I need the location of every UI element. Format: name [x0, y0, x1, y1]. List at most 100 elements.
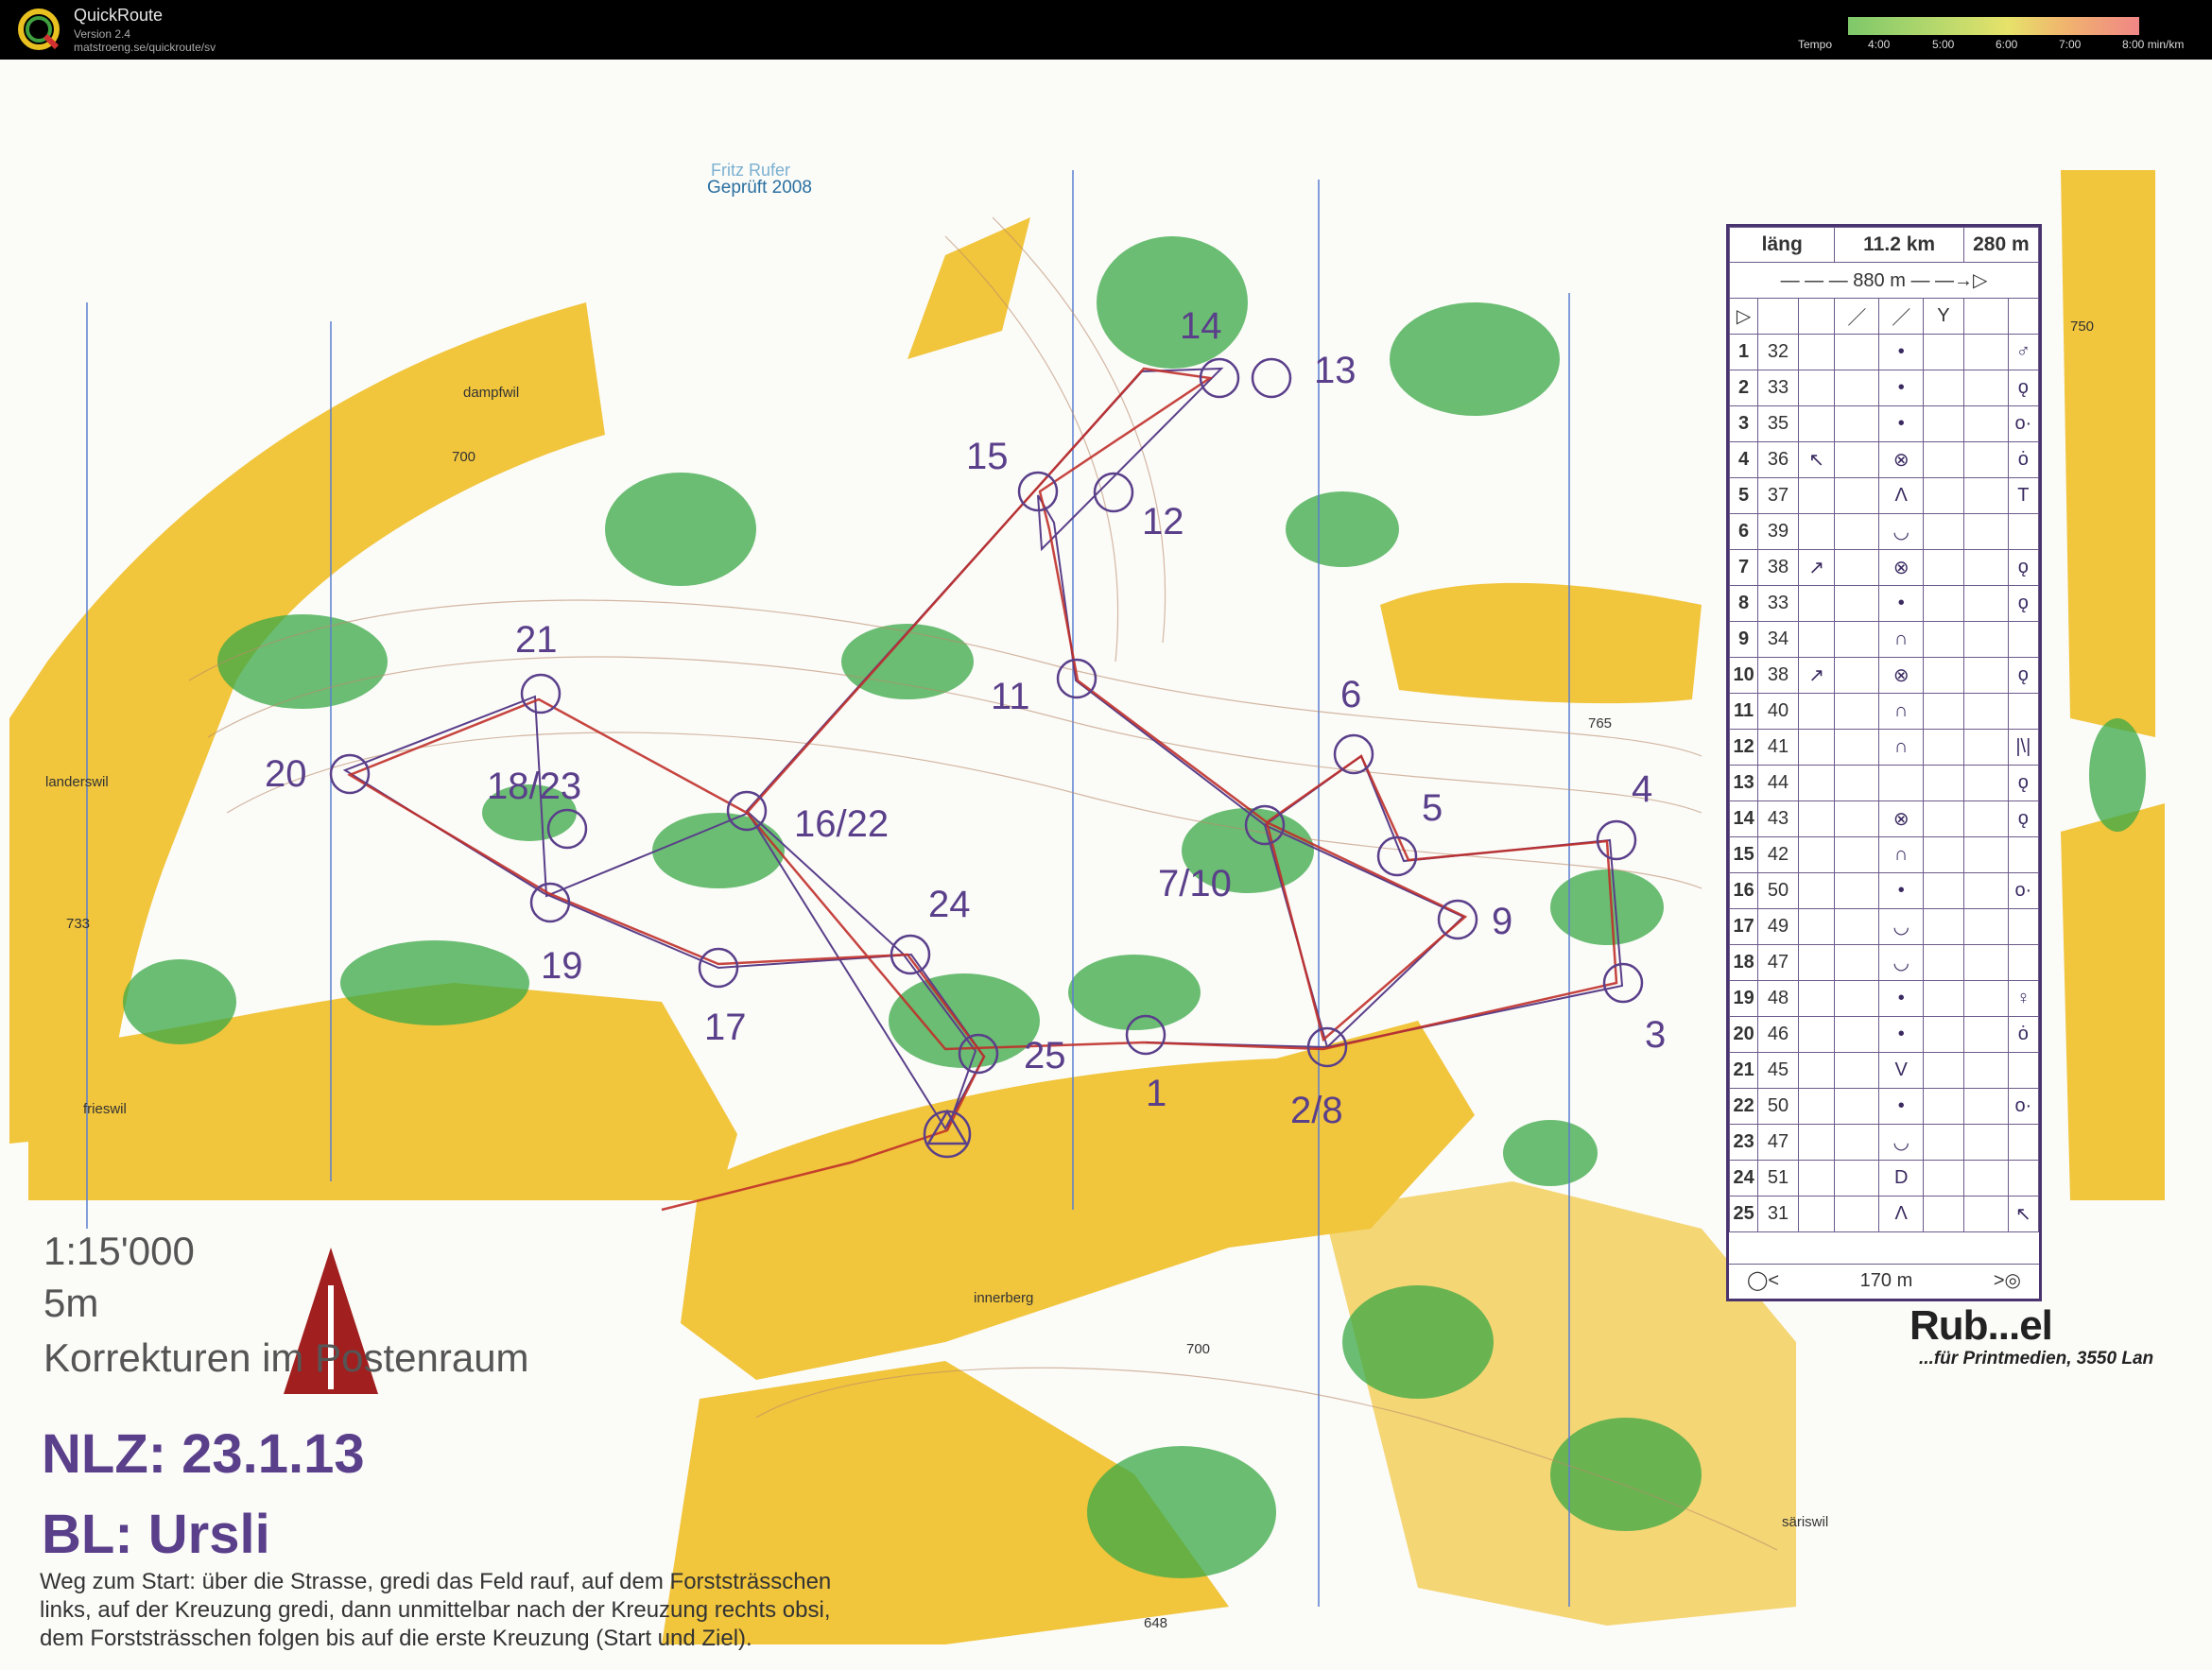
control-feature-which — [1834, 872, 1880, 909]
control-detail — [1962, 405, 2009, 442]
green-forest-patch — [1087, 1446, 1276, 1578]
control-number: 4 — [1728, 441, 1759, 478]
control-feature: ◡ — [1878, 1124, 1925, 1161]
control-code: 41 — [1757, 729, 1799, 766]
control-label: 17 — [704, 1007, 747, 1048]
control-description-row: 14 43 ⊗ ǫ — [1728, 801, 2040, 837]
control-appearance — [1923, 944, 1964, 981]
control-appearance — [1923, 1088, 1964, 1125]
direction-header — [1797, 298, 1836, 335]
control-location: ♂ — [2007, 334, 2040, 370]
control-code: 47 — [1757, 944, 1799, 981]
control-appearance — [1923, 1124, 1964, 1161]
open-land-area — [907, 217, 1030, 359]
control-feature-which — [1834, 693, 1880, 730]
control-detail — [1962, 944, 2009, 981]
control-description-row: 7 38 ↗ ⊗ ǫ — [1728, 549, 2040, 586]
control-location — [2007, 908, 2040, 945]
tempo-tick: 6:00 — [1996, 38, 2018, 51]
control-direction — [1797, 1016, 1836, 1053]
control-appearance — [1923, 693, 1964, 730]
legend-header-row: läng 11.2 km 280 m — [1728, 227, 2040, 263]
feature-header-icon: ／ — [1834, 298, 1880, 335]
control-detail — [1962, 441, 2009, 478]
control-description-row: 25 31 Λ ↖ — [1728, 1196, 2040, 1232]
control-code: 48 — [1757, 980, 1799, 1017]
control-number: 20 — [1728, 1016, 1759, 1053]
place-name: dampfwil — [463, 385, 519, 401]
control-direction — [1797, 585, 1836, 622]
control-feature — [1878, 765, 1925, 801]
control-code: 50 — [1757, 872, 1799, 909]
control-location: ȯ — [2007, 1016, 2040, 1053]
app-url[interactable]: matstroeng.se/quickroute/sv — [74, 41, 216, 54]
place-name: innerberg — [974, 1290, 1033, 1306]
control-location: ǫ — [2007, 370, 2040, 406]
height-label: 733 — [66, 916, 90, 932]
control-detail — [1962, 729, 2009, 766]
control-description-row: 24 51 D — [1728, 1160, 2040, 1197]
control-label: 15 — [966, 436, 1009, 477]
route-to-start-line: Weg zum Start: über die Strasse, gredi d… — [40, 1569, 832, 1594]
control-location: o· — [2007, 872, 2040, 909]
control-feature: • — [1878, 334, 1925, 370]
control-number: 15 — [1728, 836, 1759, 873]
control-number: 9 — [1728, 621, 1759, 658]
control-feature: ◡ — [1878, 513, 1925, 550]
control-appearance — [1923, 836, 1964, 873]
control-location — [2007, 513, 2040, 550]
control-feature-which — [1834, 1016, 1880, 1053]
control-code: 34 — [1757, 621, 1799, 658]
control-description-row: 21 45 V — [1728, 1052, 2040, 1089]
control-detail — [1962, 477, 2009, 514]
control-feature: • — [1878, 980, 1925, 1017]
control-appearance — [1923, 441, 1964, 478]
control-direction — [1797, 980, 1836, 1017]
control-feature: ⊗ — [1878, 549, 1925, 586]
green-forest-patch — [1097, 236, 1248, 369]
height-label: 700 — [452, 449, 475, 465]
route-to-start-line: links, auf der Kreuzung gredi, dann unmi… — [40, 1597, 831, 1623]
control-number: 5 — [1728, 477, 1759, 514]
control-direction — [1797, 1052, 1836, 1089]
control-feature-which — [1834, 334, 1880, 370]
control-code: 46 — [1757, 1016, 1799, 1053]
control-feature-which — [1834, 405, 1880, 442]
control-feature-which — [1834, 621, 1880, 658]
control-direction — [1797, 729, 1836, 766]
place-name: frieswil — [83, 1101, 127, 1117]
control-location: ǫ — [2007, 657, 2040, 694]
control-location — [2007, 944, 2040, 981]
printer-subtitle: ...für Printmedien, 3550 Lan — [1919, 1349, 2154, 1369]
control-label: 1 — [1146, 1073, 1166, 1114]
control-number: 3 — [1728, 405, 1759, 442]
control-feature: Λ — [1878, 477, 1925, 514]
control-code: 47 — [1757, 1124, 1799, 1161]
control-direction — [1797, 513, 1836, 550]
control-description-table: läng 11.2 km 280 m — — — 880 m — —→▷ ▷ ／… — [1728, 227, 2040, 1232]
other-header — [2007, 298, 2040, 335]
control-code: 33 — [1757, 585, 1799, 622]
finish-distance-row: ◯< 170 m >◎ — [1729, 1264, 2039, 1297]
control-label: 18/23 — [487, 766, 581, 807]
finish-distance-value: 170 m — [1859, 1270, 1913, 1291]
control-appearance — [1923, 585, 1964, 622]
open-land-area — [1380, 582, 1702, 704]
control-code: 51 — [1757, 1160, 1799, 1197]
control-number: 23 — [1728, 1124, 1759, 1161]
control-label: 12 — [1142, 501, 1184, 542]
app-version: Version 2.4 — [74, 27, 131, 41]
control-direction — [1797, 693, 1836, 730]
finish-circle-icon: >◎ — [1993, 1270, 2021, 1291]
detail-header — [1962, 298, 2009, 335]
control-feature-which — [1834, 1052, 1880, 1089]
control-direction — [1797, 944, 1836, 981]
start-distance-row: — — — 880 m — —→▷ — [1729, 262, 2039, 299]
control-feature: • — [1878, 1088, 1925, 1125]
control-description-row: 6 39 ◡ — [1728, 513, 2040, 550]
course-setter: BL: Ursli — [42, 1504, 270, 1565]
control-description-row: 22 50 • o· — [1728, 1088, 2040, 1125]
course-length-label: läng — [1728, 227, 1836, 263]
control-description-row: 15 42 ∩ — [1728, 836, 2040, 873]
control-number: 14 — [1728, 801, 1759, 837]
